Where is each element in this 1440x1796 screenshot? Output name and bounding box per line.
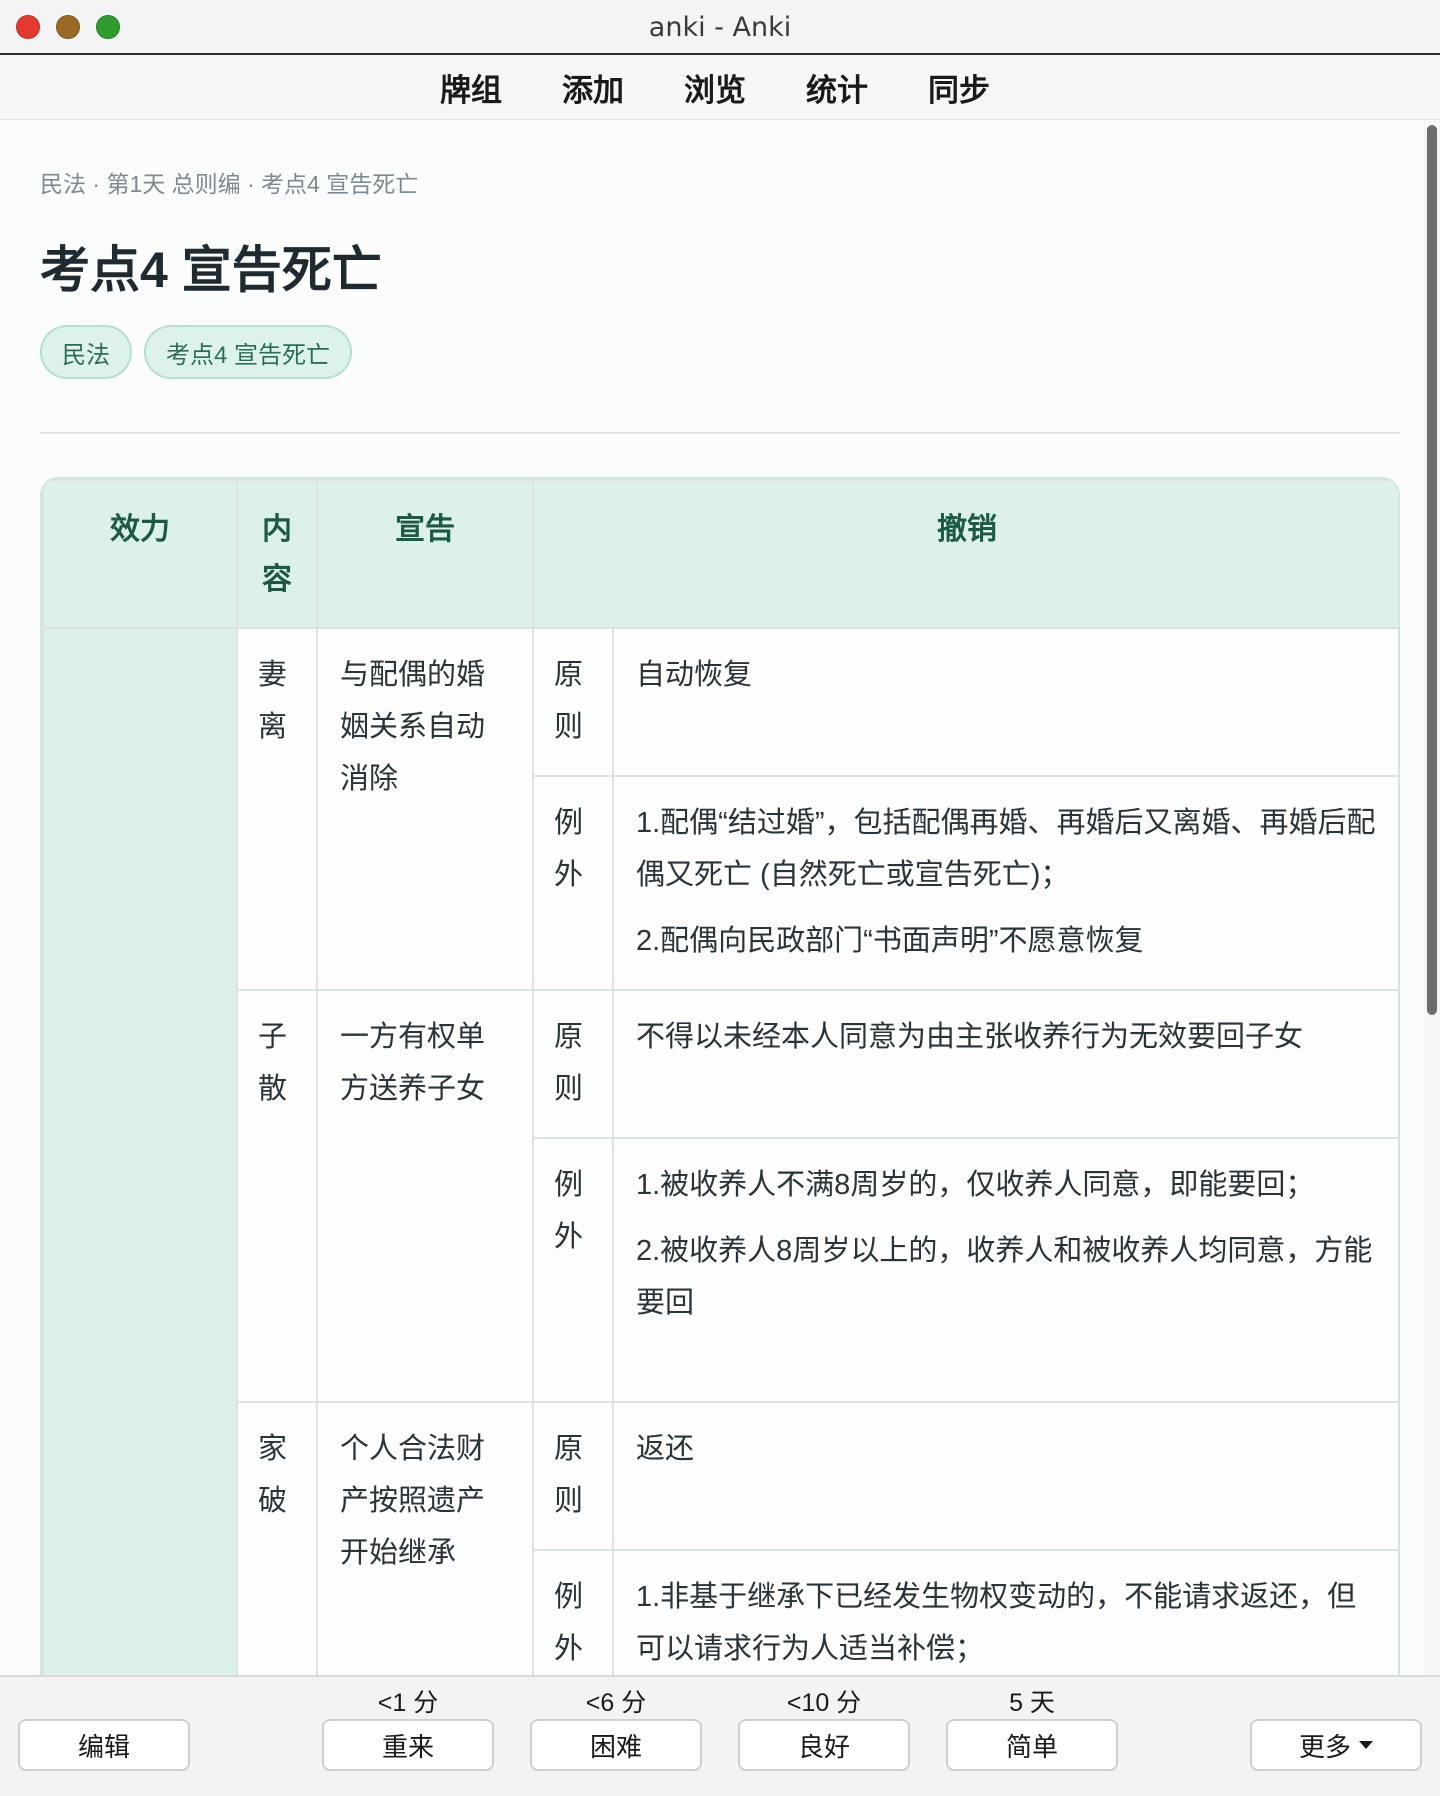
toolbar-add[interactable]: 添加 [562, 65, 624, 110]
card-view: 民法 · 第1天 总则编 · 考点4 宣告死亡 考点4 宣告死亡 民法 考点4 … [0, 120, 1424, 1675]
principle-cell: 返还 [612, 1401, 1398, 1551]
principle-label: 原则 [532, 1401, 614, 1551]
exception-label: 例外 [532, 1137, 614, 1403]
again-button[interactable]: 重来 [322, 1719, 494, 1771]
table-row: 妻离 与配偶的婚姻关系自动消除 原则 自动恢复 [42, 627, 1398, 1675]
principle-label: 原则 [532, 989, 614, 1139]
chevron-down-icon [1359, 1741, 1373, 1749]
again-interval: <1 分 [377, 1689, 439, 1717]
category-cell: 子散 [236, 989, 318, 1403]
toolbar-sync[interactable]: 同步 [928, 65, 990, 110]
toolbar-browse[interactable]: 浏览 [684, 65, 746, 110]
answer-bar: 编辑 <1 分 重来 <6 分 困难 <10 分 良好 5 天 简单 更多 [0, 1675, 1440, 1796]
principle-cell: 不得以未经本人同意为由主张收养行为无效要回子女 [612, 989, 1398, 1139]
header-effect: 效力 [42, 479, 238, 629]
declare-cell: 一方有权单方送养子女 [316, 989, 534, 1403]
exception-label: 例外 [532, 1549, 614, 1675]
tag-list: 民法 考点4 宣告死亡 [40, 325, 353, 379]
tag-badge: 民法 [40, 325, 132, 379]
easy-button[interactable]: 简单 [946, 1719, 1118, 1771]
exception-cell: 1.非基于继承下已经发生物权变动的，不能请求返还，但可以请求行为人适当补偿； [612, 1549, 1398, 1675]
category-cell: 妻离 [236, 627, 318, 991]
table-row: 子散 一方有权单方送养子女 原则 不得以未经本人同意为由主张收养行为无效要回子女 [43, 989, 1398, 1403]
tag-badge: 考点4 宣告死亡 [144, 325, 353, 379]
principle-cell: 自动恢复 [612, 627, 1398, 777]
effect-column-cell [42, 627, 238, 1675]
exception-item: 1.配偶“结过婚”，包括配偶再婚、再婚后又离婚、再婚后配偶又死亡 (自然死亡或宣… [636, 807, 1376, 891]
hard-interval: <6 分 [585, 1689, 647, 1717]
exception-label: 例外 [532, 775, 614, 991]
header-revoke: 撤销 [532, 479, 1398, 629]
toolbar-stats[interactable]: 统计 [806, 65, 868, 110]
more-button[interactable]: 更多 [1250, 1719, 1422, 1771]
good-interval: <10 分 [786, 1689, 862, 1717]
principle-label: 原则 [532, 627, 614, 777]
category-cell: 家破 [236, 1401, 318, 1675]
effect-table: 效力 内容 宣告 撤销 妻离 与配偶的婚姻关系自动消除 原则 自动恢复 例外 1… [40, 477, 1400, 1675]
declare-cell: 个人合法财产按照遗产开始继承 [316, 1401, 534, 1675]
card-title: 考点4 宣告死亡 [40, 242, 382, 298]
window-title: anki - Anki [648, 12, 792, 43]
main-toolbar: 牌组 添加 浏览 统计 同步 [0, 55, 1440, 120]
exception-cell: 1.配偶“结过婚”，包括配偶再婚、再婚后又离婚、再婚后配偶又死亡 (自然死亡或宣… [612, 775, 1398, 991]
exception-item: 2.配偶向民政部门“书面声明”不愿意恢复 [636, 925, 1144, 957]
more-button-label: 更多 [1298, 1731, 1351, 1762]
exception-cell: 1.被收养人不满8周岁的，仅收养人同意，即能要回； 2.被收养人8周岁以上的，收… [612, 1137, 1398, 1403]
header-declare: 宣告 [316, 479, 534, 629]
table-header-row: 效力 内容 宣告 撤销 [42, 479, 1398, 629]
scrollbar-thumb[interactable] [1427, 125, 1437, 1015]
exception-item: 2.被收养人8周岁以上的，收养人和被收养人均同意，方能要回 [636, 1235, 1373, 1319]
title-bar: anki - Anki [0, 0, 1440, 55]
breadcrumb: 民法 · 第1天 总则编 · 考点4 宣告死亡 [40, 171, 419, 197]
table-row: 家破 个人合法财产按照遗产开始继承 原则 返还 [43, 1401, 1398, 1675]
divider [40, 432, 1400, 434]
easy-interval: 5 天 [1009, 1689, 1055, 1717]
declare-cell: 与配偶的婚姻关系自动消除 [316, 627, 534, 991]
toolbar-decks[interactable]: 牌组 [440, 65, 502, 110]
exception-item: 1.非基于继承下已经发生物权变动的，不能请求返还，但可以请求行为人适当补偿； [636, 1581, 1357, 1665]
edit-button[interactable]: 编辑 [18, 1719, 190, 1771]
exception-item: 1.被收养人不满8周岁的，仅收养人同意，即能要回； [636, 1169, 1315, 1201]
header-content: 内容 [236, 479, 318, 629]
good-button[interactable]: 良好 [738, 1719, 910, 1771]
hard-button[interactable]: 困难 [530, 1719, 702, 1771]
vertical-scrollbar[interactable] [1424, 120, 1440, 1675]
